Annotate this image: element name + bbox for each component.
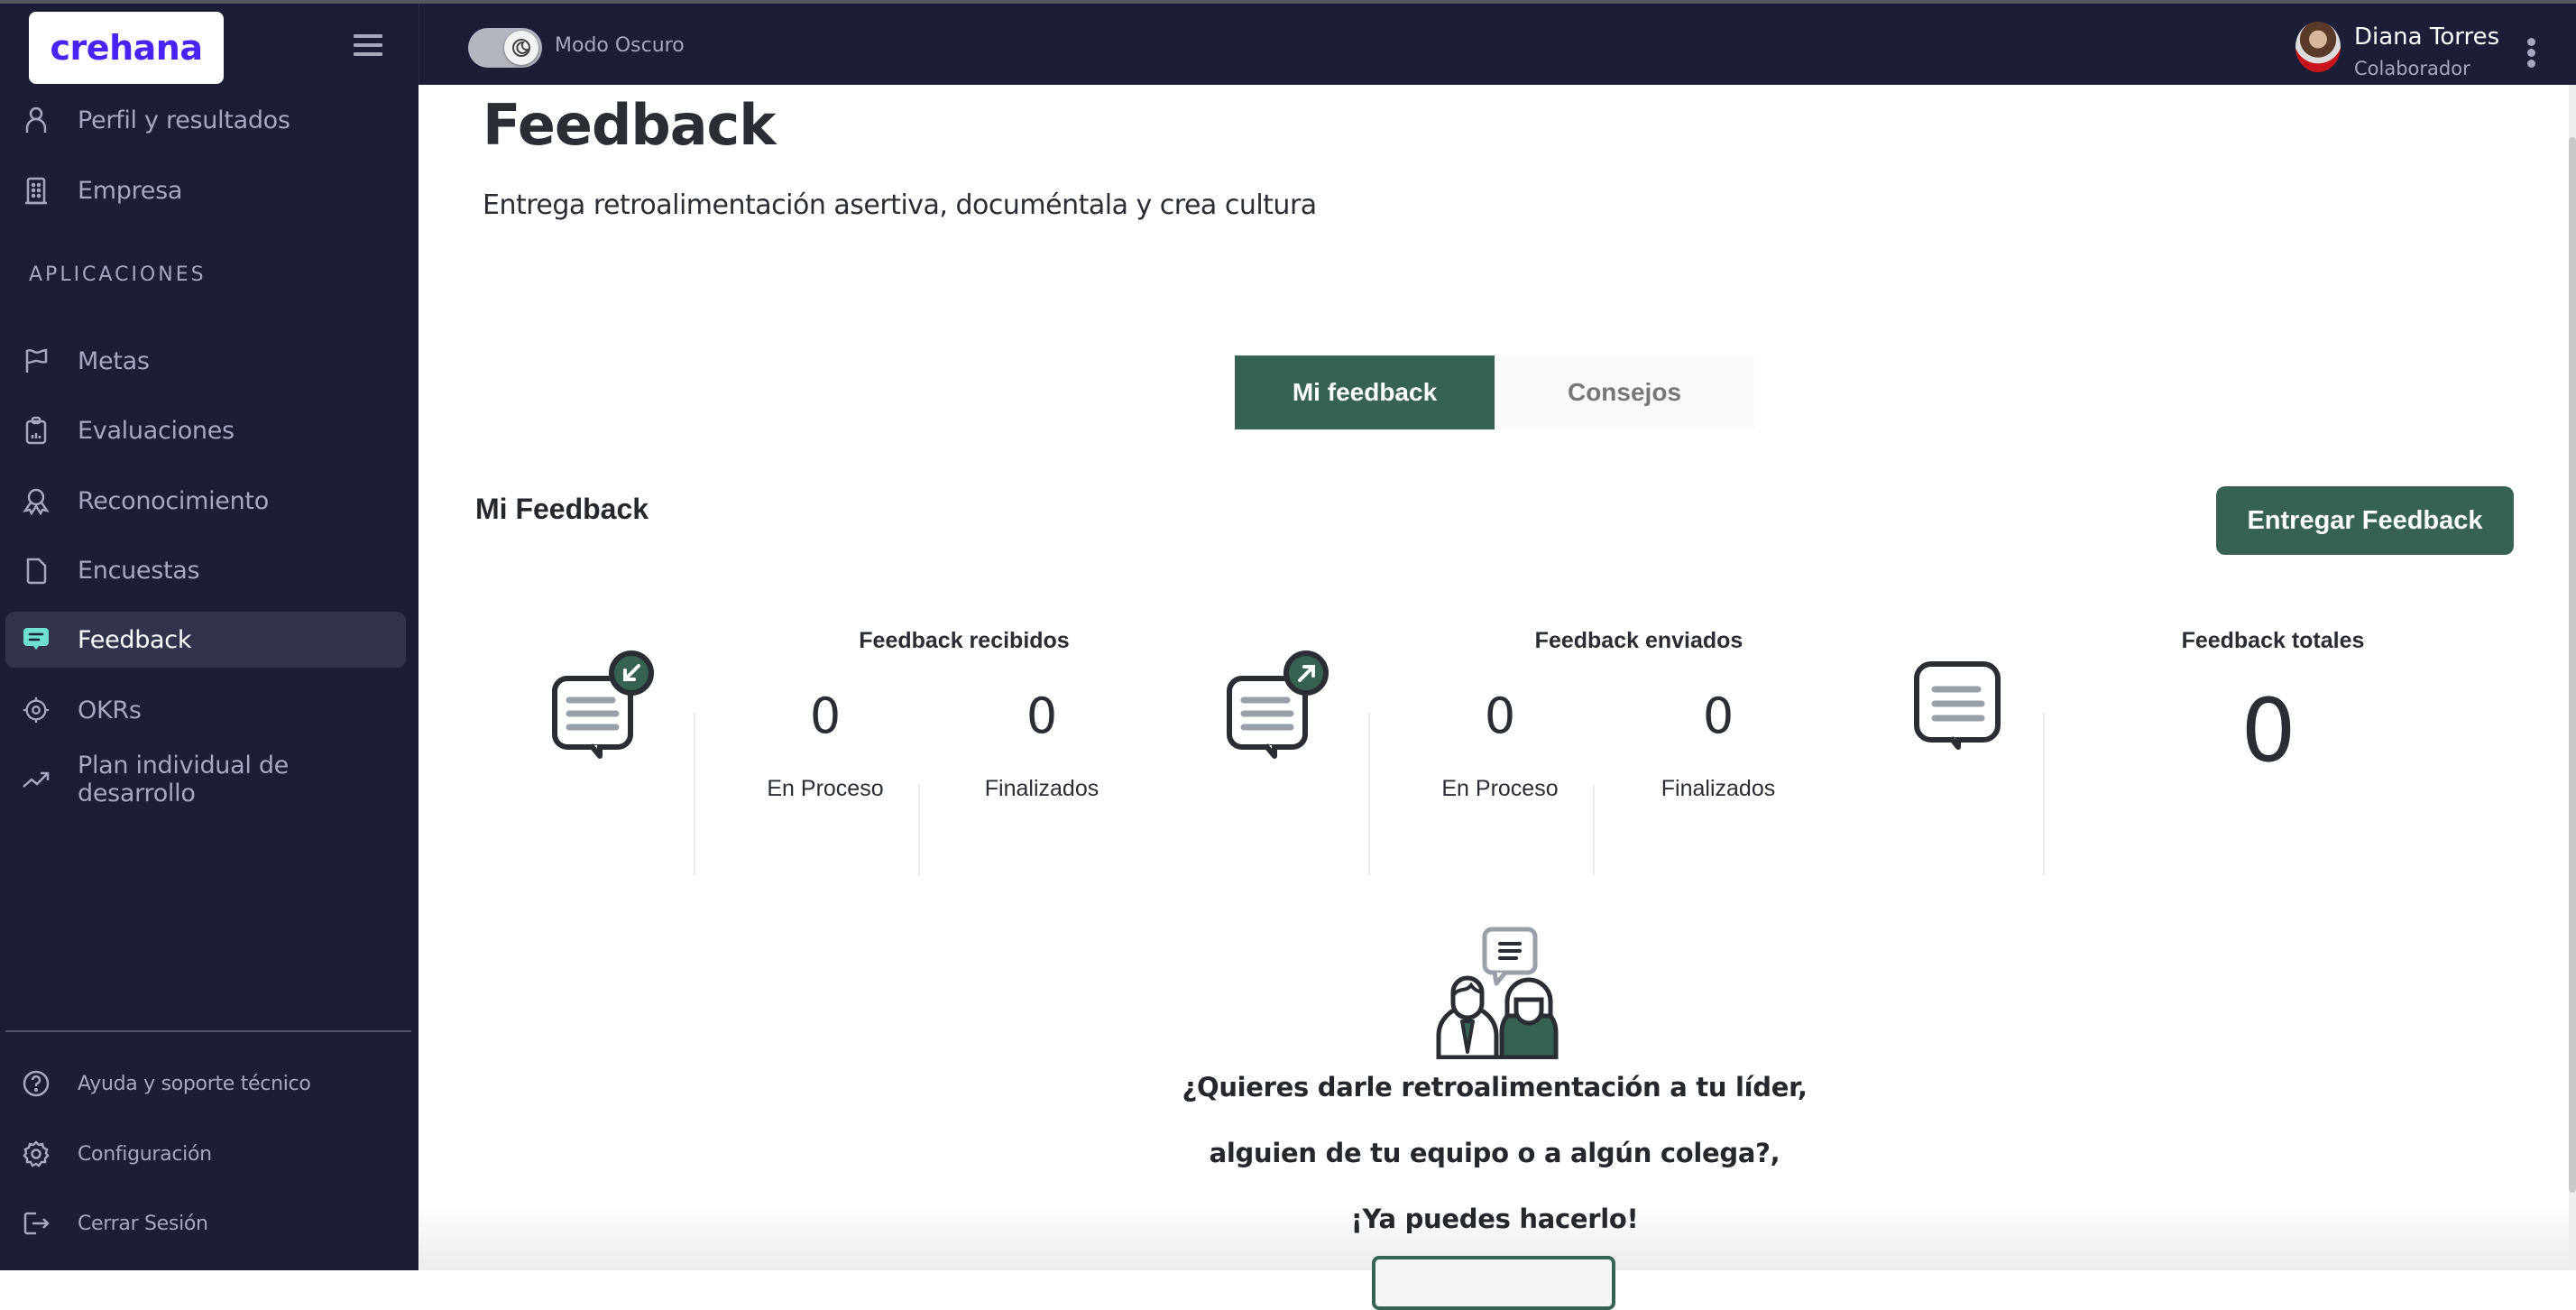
- received-finished-count: 0: [1026, 687, 1058, 744]
- feedback-sent-icon: [1227, 650, 1329, 759]
- user-role: Colaborador: [2354, 58, 2470, 79]
- dark-mode-label: Modo Oscuro: [555, 34, 685, 57]
- promo-text-line-2: alguien de tu equipo o a algún colega?,: [1209, 1138, 1780, 1168]
- flag-icon: [22, 346, 51, 375]
- sidebar-item-label: Perfil y resultados: [78, 106, 290, 134]
- page-title: Feedback: [483, 92, 777, 158]
- kebab-icon-dot: [2527, 60, 2535, 68]
- chat-icon: [22, 625, 51, 654]
- help-icon: [22, 1069, 51, 1098]
- sidebar-item-metas[interactable]: Metas: [5, 333, 406, 389]
- hamburger-icon-bar: [354, 43, 382, 47]
- gear-icon: [22, 1139, 51, 1168]
- received-finished-label: Finalizados: [984, 776, 1099, 801]
- sent-finished-label: Finalizados: [1661, 776, 1776, 801]
- clipboard-chart-icon: [22, 416, 51, 445]
- moon-icon: [504, 31, 538, 65]
- sidebar-item-evaluaciones[interactable]: Evaluaciones: [5, 402, 406, 458]
- sidebar-item-configuracion[interactable]: Configuración: [5, 1126, 406, 1182]
- window-top-border: [0, 0, 2576, 4]
- sent-in-process-count: 0: [1484, 687, 1516, 744]
- give-feedback-button[interactable]: Entregar Feedback: [2216, 486, 2514, 555]
- sidebar-item-label: Configuración: [78, 1142, 212, 1166]
- sidebar-item-feedback[interactable]: Feedback: [5, 612, 406, 668]
- sidebar-item-plan-desarrollo[interactable]: Plan individual de desarrollo: [5, 752, 406, 807]
- kebab-icon-dot: [2527, 49, 2535, 57]
- stat-divider: [2043, 713, 2045, 875]
- topbar: Modo Oscuro Diana Torres Colaborador: [419, 4, 2576, 85]
- sidebar-item-label: Empresa: [78, 176, 183, 205]
- user-name[interactable]: Diana Torres: [2354, 23, 2499, 51]
- stat-divider: [1368, 713, 1370, 875]
- sidebar-item-label: Cerrar Sesión: [78, 1212, 208, 1235]
- sent-title: Feedback enviados: [1534, 628, 1743, 653]
- tab-consejos[interactable]: Consejos: [1495, 355, 1754, 429]
- sidebar-item-label: OKRs: [78, 696, 142, 724]
- sidebar-item-empresa[interactable]: Empresa: [5, 162, 406, 218]
- vertical-scrollbar[interactable]: [2569, 85, 2576, 1270]
- logout-icon: [22, 1209, 51, 1238]
- kebab-icon: [2527, 38, 2535, 46]
- sidebar-item-label: Metas: [78, 346, 150, 375]
- tab-bar: Mi feedback Consejos: [1235, 355, 1754, 429]
- received-title: Feedback recibidos: [859, 628, 1070, 653]
- user-icon: [22, 106, 51, 134]
- promo-action-button[interactable]: [1372, 1256, 1615, 1310]
- building-icon: [22, 176, 51, 205]
- sidebar-item-label: Plan individual de desarrollo: [78, 752, 289, 807]
- target-icon: [22, 696, 51, 724]
- logo[interactable]: crehana: [29, 12, 224, 84]
- section-title: Mi Feedback: [475, 493, 649, 525]
- sidebar-item-perfil[interactable]: Perfil y resultados: [5, 92, 406, 148]
- sidebar-item-label: Encuestas: [78, 556, 200, 585]
- received-in-process-label: En Proceso: [767, 776, 884, 801]
- sidebar: crehana Perfil y resultados Empresa APLI…: [0, 0, 419, 1270]
- people-conversation-illustration: [1436, 927, 1559, 1059]
- sidebar-item-reconocimiento[interactable]: Reconocimiento: [5, 473, 406, 529]
- promo-text-line-1: ¿Quieres darle retroalimentación a tu lí…: [1182, 1072, 1808, 1102]
- sidebar-item-label: Feedback: [78, 625, 192, 654]
- main-content: Feedback Entrega retroalimentación asert…: [419, 85, 2570, 1310]
- stat-divider: [694, 713, 695, 875]
- feedback-total-icon: [1914, 661, 2001, 750]
- tab-mi-feedback[interactable]: Mi feedback: [1235, 355, 1495, 429]
- promo-text-line-3: ¡Ya puedes hacerlo!: [1350, 1204, 1639, 1234]
- sent-finished-count: 0: [1702, 687, 1734, 744]
- feedback-received-icon: [552, 650, 654, 759]
- sidebar-item-label: Reconocimiento: [78, 486, 269, 515]
- menu-toggle-button[interactable]: [354, 34, 382, 58]
- avatar[interactable]: [2295, 22, 2341, 72]
- sent-in-process-label: En Proceso: [1441, 776, 1559, 801]
- sidebar-item-label: Evaluaciones: [78, 416, 235, 445]
- sidebar-item-okrs[interactable]: OKRs: [5, 682, 406, 738]
- sidebar-divider: [5, 1030, 411, 1032]
- file-icon: [22, 556, 51, 585]
- section-label-apps: APLICACIONES: [29, 263, 207, 286]
- sidebar-item-encuestas[interactable]: Encuestas: [5, 542, 406, 598]
- sidebar-item-cerrar-sesion[interactable]: Cerrar Sesión: [5, 1195, 406, 1251]
- more-options-button[interactable]: [2527, 38, 2536, 68]
- dark-mode-toggle[interactable]: [468, 28, 542, 68]
- award-icon: [22, 486, 51, 515]
- logo-text: crehana: [50, 28, 203, 68]
- sidebar-item-ayuda[interactable]: Ayuda y soporte técnico: [5, 1056, 406, 1112]
- received-in-process-count: 0: [809, 687, 842, 744]
- hamburger-icon-bar: [354, 52, 382, 56]
- scrollbar-thumb[interactable]: [2569, 137, 2576, 1193]
- page-subtitle: Entrega retroalimentación asertiva, docu…: [483, 189, 1317, 221]
- hamburger-icon: [354, 34, 382, 38]
- sidebar-item-label: Ayuda y soporte técnico: [78, 1072, 311, 1095]
- total-count: 0: [2240, 680, 2296, 781]
- total-title: Feedback totales: [2181, 628, 2365, 653]
- trending-up-icon: [22, 765, 51, 794]
